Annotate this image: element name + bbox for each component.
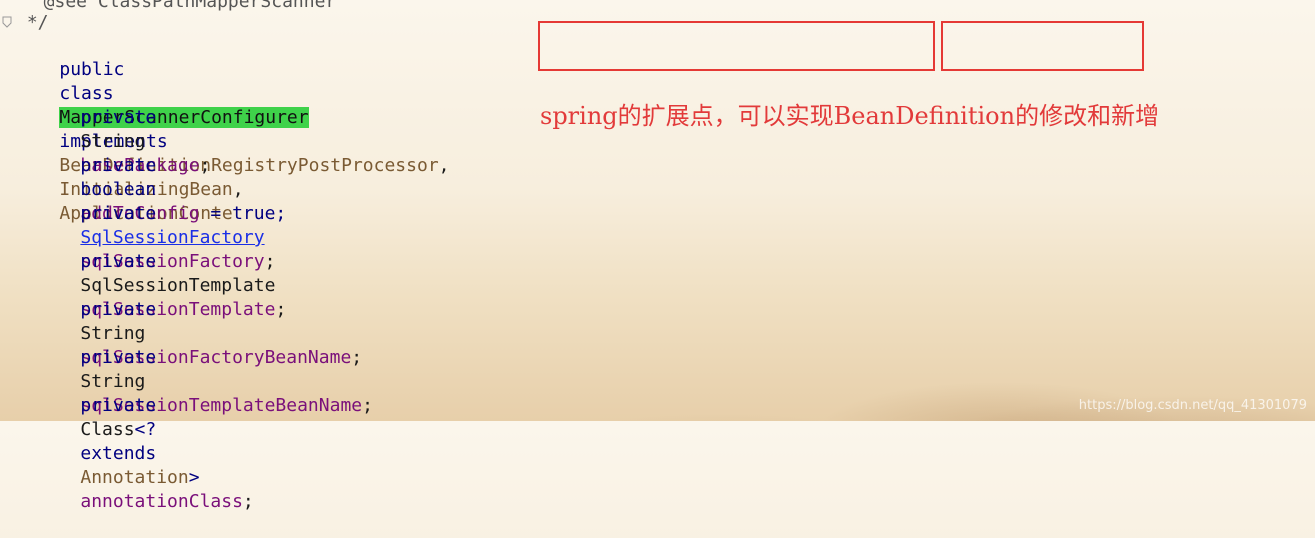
field-terminator: ; xyxy=(362,395,373,416)
annotation-note-text: spring的扩展点，可以实现BeanDefinition的修改和新增 xyxy=(540,102,1160,130)
field-modifier: private xyxy=(80,203,157,224)
field-modifier: private xyxy=(80,395,157,416)
field-modifier: private xyxy=(80,155,157,176)
comma-1: , xyxy=(438,155,450,176)
watermark-text: https://blog.csdn.net/qq_41301079 xyxy=(1078,398,1307,413)
javadoc-see-line: @see ClassPathMapperScanner xyxy=(22,0,337,12)
code-editor[interactable]: @see ClassPathMapperScanner */ public cl… xyxy=(0,0,1315,512)
field-modifier: private xyxy=(80,107,157,128)
annotation-box-initializing-bean xyxy=(941,21,1144,71)
generic-bound-type[interactable]: Annotation xyxy=(80,467,188,488)
fold-marker-icon[interactable] xyxy=(2,16,12,28)
field-modifier: private xyxy=(80,251,157,272)
field-modifier: private xyxy=(80,347,157,368)
annotation-box-registry-post-processor xyxy=(538,21,935,71)
generic-close: > xyxy=(188,467,200,488)
field-line-annotation-class: private Class<? extends Annotation> anno… xyxy=(37,370,254,538)
generic-open: <? xyxy=(134,419,157,440)
keyword-extends: extends xyxy=(80,443,157,464)
field-modifier: private xyxy=(80,299,157,320)
field-name[interactable]: annotationClass xyxy=(80,491,243,512)
field-terminator: ; xyxy=(242,491,254,512)
javadoc-end-line: */ xyxy=(16,12,49,33)
keyword-public: public xyxy=(59,59,125,80)
field-type: Class xyxy=(80,419,135,440)
